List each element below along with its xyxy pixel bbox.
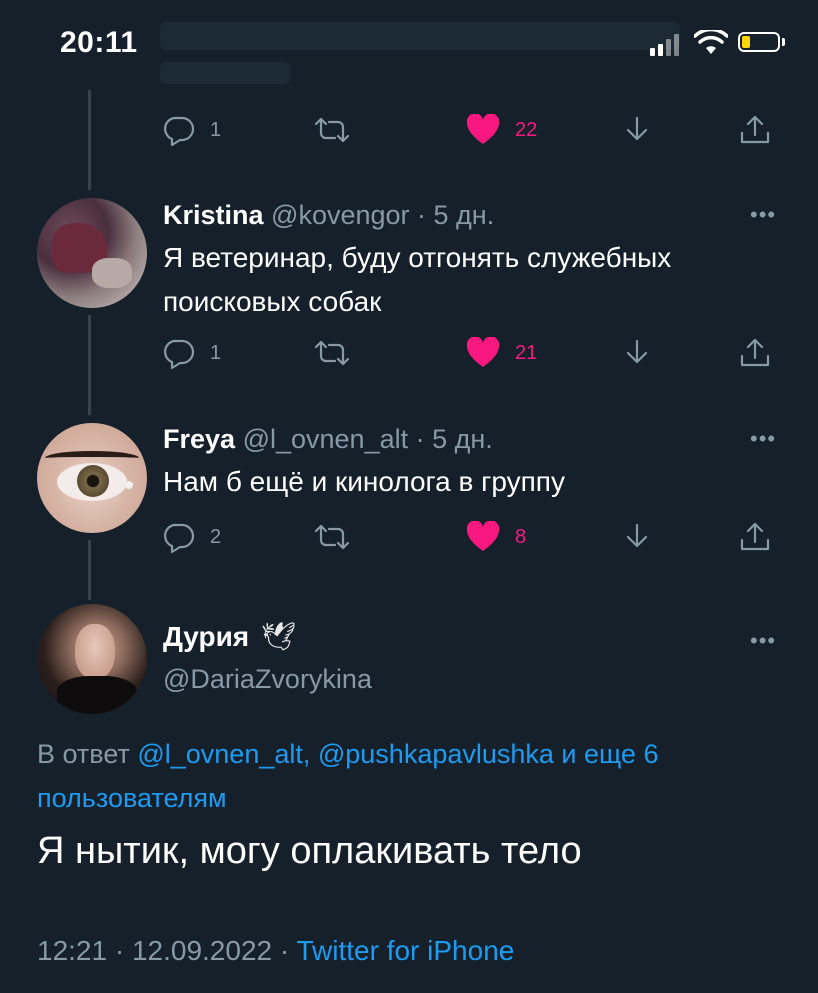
reply-button[interactable]: 1	[160, 333, 221, 373]
retweet-button[interactable]	[313, 110, 351, 150]
bookmark-button[interactable]	[622, 517, 652, 557]
retweet-button[interactable]	[313, 333, 351, 373]
battery-icon	[738, 32, 780, 52]
reply-users-link[interactable]: @l_ovnen_alt, @pushkapavlushka и еще 6 п…	[37, 739, 658, 813]
download-arrow-icon	[626, 523, 648, 548]
bookmark-button[interactable]	[622, 110, 652, 150]
author-name[interactable]: Freya	[163, 424, 235, 454]
bookmark-button[interactable]	[622, 333, 652, 373]
faded-background-text	[160, 22, 680, 50]
tweet-actions: 2 8	[160, 517, 780, 557]
reply-icon	[164, 523, 195, 553]
more-options-icon[interactable]: •••	[750, 426, 776, 452]
author-name[interactable]: Дурия 🕊	[163, 620, 296, 653]
more-options-icon[interactable]: •••	[750, 202, 776, 228]
tweet-source-link[interactable]: Twitter for iPhone	[296, 935, 514, 966]
download-arrow-icon	[626, 116, 648, 141]
status-time: 20:11	[60, 26, 138, 59]
tweet-footer: 12:21 · 12.09.2022 · Twitter for iPhone	[37, 935, 514, 967]
reply-prefix: В ответ	[37, 739, 130, 769]
reply-count: 1	[210, 341, 222, 364]
reply-icon	[164, 116, 195, 146]
like-count: 22	[515, 118, 538, 141]
wifi-icon	[694, 30, 728, 54]
share-icon	[740, 522, 770, 551]
reply-count: 1	[210, 118, 222, 141]
retweet-button[interactable]	[313, 517, 351, 557]
retweet-icon	[314, 340, 350, 366]
tweet-text: Я нытик, могу оплакивать тело	[37, 830, 582, 872]
tweet-actions: 1 21	[160, 333, 780, 373]
reply-context: В ответ @l_ovnen_alt, @pushkapavlushka и…	[37, 732, 777, 820]
author-meta: @l_ovnen_alt · 5 дн.	[242, 424, 493, 454]
thread-line	[88, 90, 91, 190]
tweet-header: Freya @l_ovnen_alt · 5 дн.	[163, 424, 493, 455]
tweet-actions: 1 22	[160, 110, 780, 150]
author-handle[interactable]: @DariaZvorykina	[163, 664, 372, 695]
thread-line	[88, 315, 91, 415]
tweet-header: Kristina @kovengor · 5 дн.	[163, 200, 494, 231]
dove-emoji: 🕊	[260, 620, 297, 653]
status-bar: 20:11	[0, 0, 818, 90]
reply-button[interactable]: 1	[160, 110, 221, 150]
tweet-timestamp[interactable]: 12:21 · 12.09.2022 ·	[37, 935, 296, 966]
share-button[interactable]	[738, 110, 772, 150]
heart-filled-icon	[466, 337, 500, 367]
like-button[interactable]: 22	[465, 110, 537, 150]
more-options-icon[interactable]: •••	[750, 628, 776, 654]
retweet-icon	[314, 117, 350, 143]
author-name[interactable]: Kristina	[163, 200, 264, 230]
heart-filled-icon	[466, 521, 500, 551]
author-meta: @kovengor · 5 дн.	[271, 200, 495, 230]
download-arrow-icon	[626, 339, 648, 364]
share-icon	[740, 338, 770, 367]
avatar[interactable]	[37, 198, 147, 308]
reply-count: 2	[210, 525, 222, 548]
heart-filled-icon	[466, 114, 500, 144]
thread-line	[88, 540, 91, 600]
faded-background-text	[160, 62, 290, 84]
cellular-signal-icon	[650, 34, 684, 56]
like-button[interactable]: 21	[465, 333, 537, 373]
tweet-text: Я ветеринар, буду отгонять служебных пои…	[163, 242, 672, 317]
reply-icon	[164, 339, 195, 369]
battery-level	[742, 36, 750, 48]
avatar[interactable]	[37, 423, 147, 533]
tweet-text: Нам б ещё и кинолога в группу	[163, 466, 565, 497]
share-icon	[740, 115, 770, 144]
share-button[interactable]	[738, 333, 772, 373]
retweet-icon	[314, 524, 350, 550]
reply-button[interactable]: 2	[160, 517, 221, 557]
avatar[interactable]	[37, 604, 147, 714]
like-count: 8	[515, 525, 527, 548]
share-button[interactable]	[738, 517, 772, 557]
author-name-text: Дурия	[163, 621, 250, 652]
battery-nub	[782, 38, 785, 46]
like-button[interactable]: 8	[465, 517, 526, 557]
like-count: 21	[515, 341, 538, 364]
